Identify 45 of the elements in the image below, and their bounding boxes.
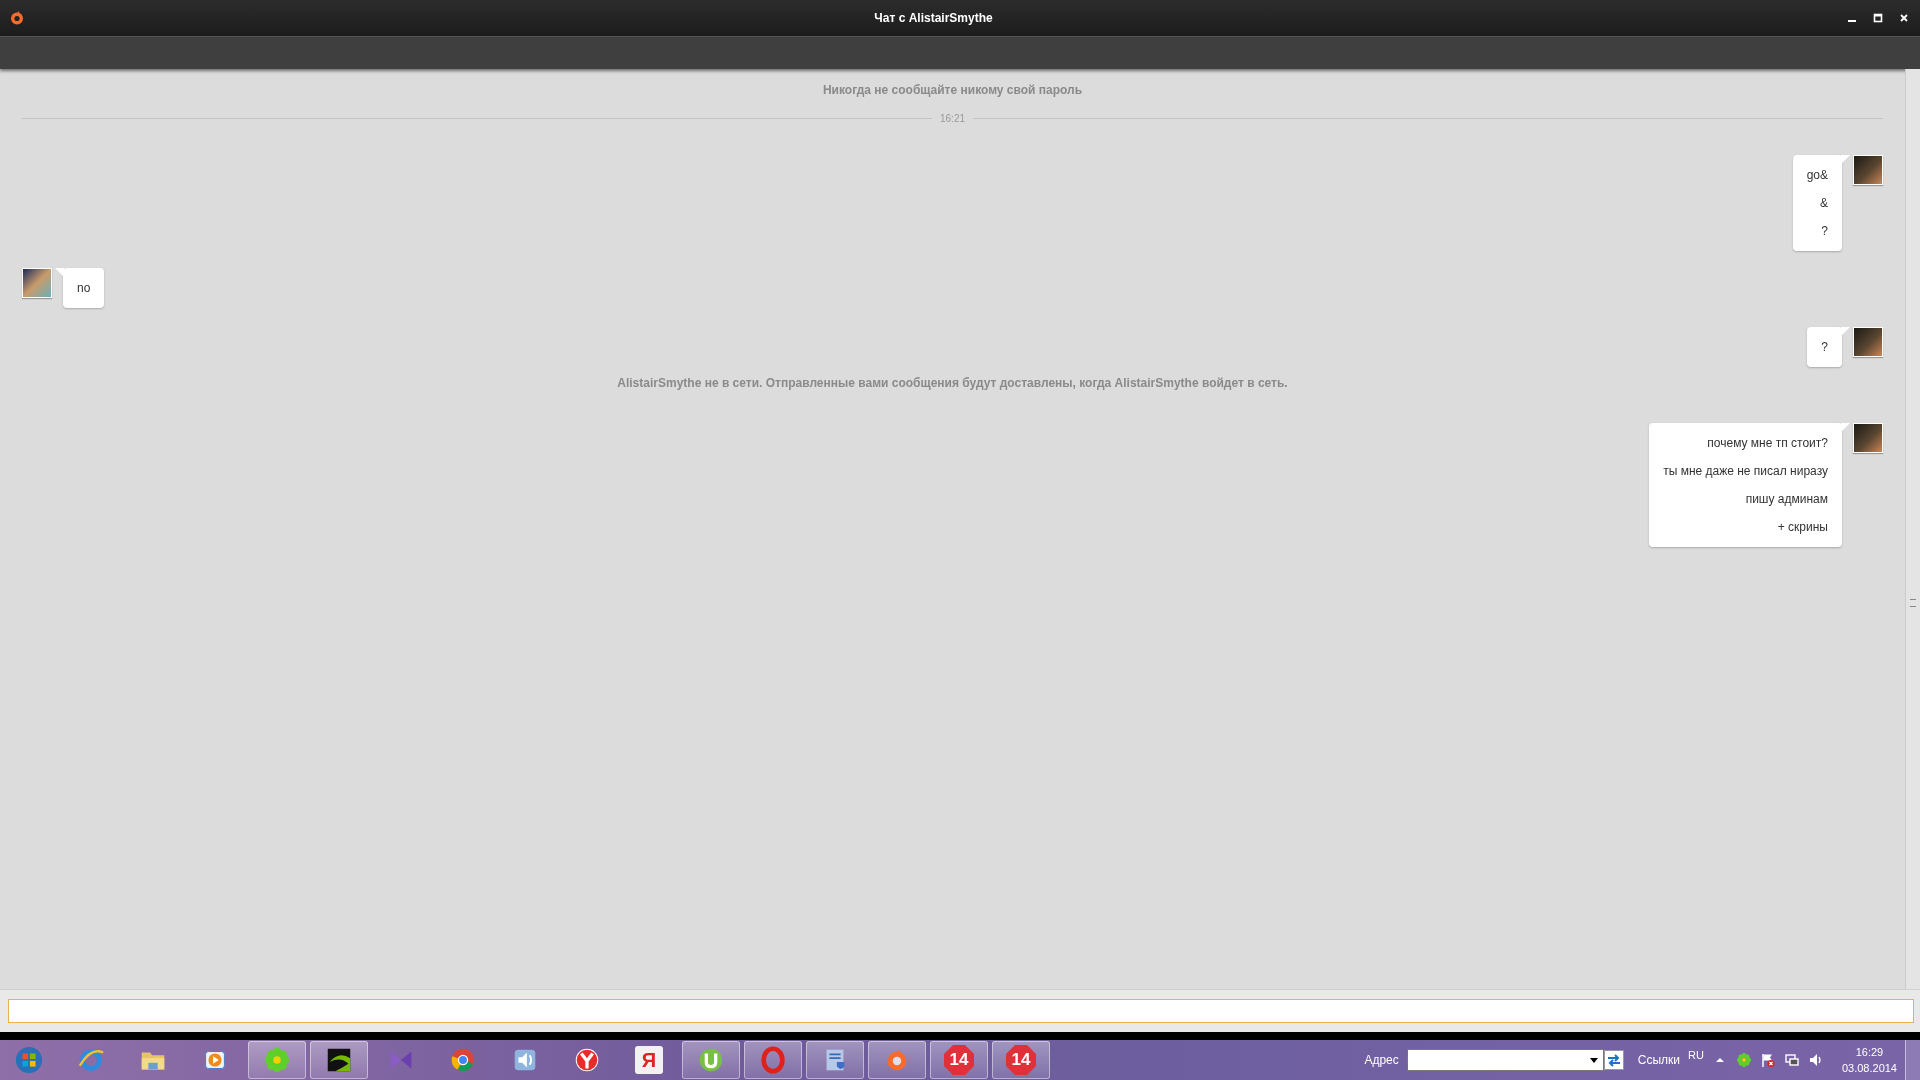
letter-logo: Я xyxy=(635,1046,663,1074)
dropdown-caret-icon[interactable] xyxy=(1588,1055,1599,1065)
message-text: ? xyxy=(1821,339,1828,356)
divider-time: 16:21 xyxy=(940,113,965,124)
flower-icon xyxy=(262,1045,292,1075)
scrollbar[interactable] xyxy=(1905,69,1920,989)
maximize-icon xyxy=(1873,13,1883,23)
minimize-icon xyxy=(1848,20,1856,22)
avatar-photo xyxy=(22,268,52,298)
avatar-photo xyxy=(1853,327,1883,357)
taskbar-button[interactable]: 14 xyxy=(930,1041,988,1079)
message-text: ты мне даже не писал ниразу xyxy=(1663,463,1828,480)
taskbar-button[interactable]: 14 xyxy=(992,1041,1050,1079)
message-text: & xyxy=(1819,195,1828,212)
clock-time[interactable]: 16:29 xyxy=(1855,1044,1884,1060)
message-text: ? xyxy=(1820,223,1828,240)
go-arrows-icon[interactable] xyxy=(1603,1050,1624,1070)
message-text: почему мне тп стоит? xyxy=(1706,435,1828,452)
avatar-photo xyxy=(1853,155,1883,185)
taskbar-button[interactable]: Я xyxy=(620,1041,678,1079)
window-title: Чат с AlistairSmythe xyxy=(873,11,994,25)
message-text: no xyxy=(77,280,91,297)
message-text: пишу админам xyxy=(1744,491,1828,508)
message-text: go& xyxy=(1806,167,1828,184)
close-icon xyxy=(1899,13,1909,23)
origin-logo-icon xyxy=(9,10,25,26)
network-icon[interactable] xyxy=(1783,1052,1800,1068)
message-text: + скрины xyxy=(1776,519,1828,536)
speaker-icon[interactable] xyxy=(1807,1052,1824,1068)
address-field[interactable] xyxy=(1406,1049,1604,1071)
offline-notice: AlistairSmythe не в сети. Отправленные вами сообщения будут доставлены, когда AlistairSmythe войдет в сеть. xyxy=(616,376,1289,390)
flag-icon[interactable] xyxy=(1759,1052,1776,1068)
ring-icon xyxy=(758,1045,788,1075)
number-badge-logo: 14 xyxy=(944,1045,974,1075)
links-label[interactable]: Ссылки xyxy=(1637,1053,1681,1067)
start-orb-icon xyxy=(14,1045,44,1075)
security-notice: Никогда не сообщайте никому свой пароль xyxy=(821,83,1084,99)
avatar-photo xyxy=(1853,423,1883,453)
message-input-field[interactable] xyxy=(8,999,1914,1023)
number-badge-logo: 14 xyxy=(1006,1045,1036,1075)
taskbar-button[interactable] xyxy=(310,1041,368,1079)
flower-icon[interactable] xyxy=(1735,1052,1752,1068)
address-label: Адрес xyxy=(1364,1053,1399,1067)
language-indicator[interactable]: RU xyxy=(1688,1049,1704,1061)
clock-date[interactable]: 03.08.2014 xyxy=(1841,1060,1897,1076)
